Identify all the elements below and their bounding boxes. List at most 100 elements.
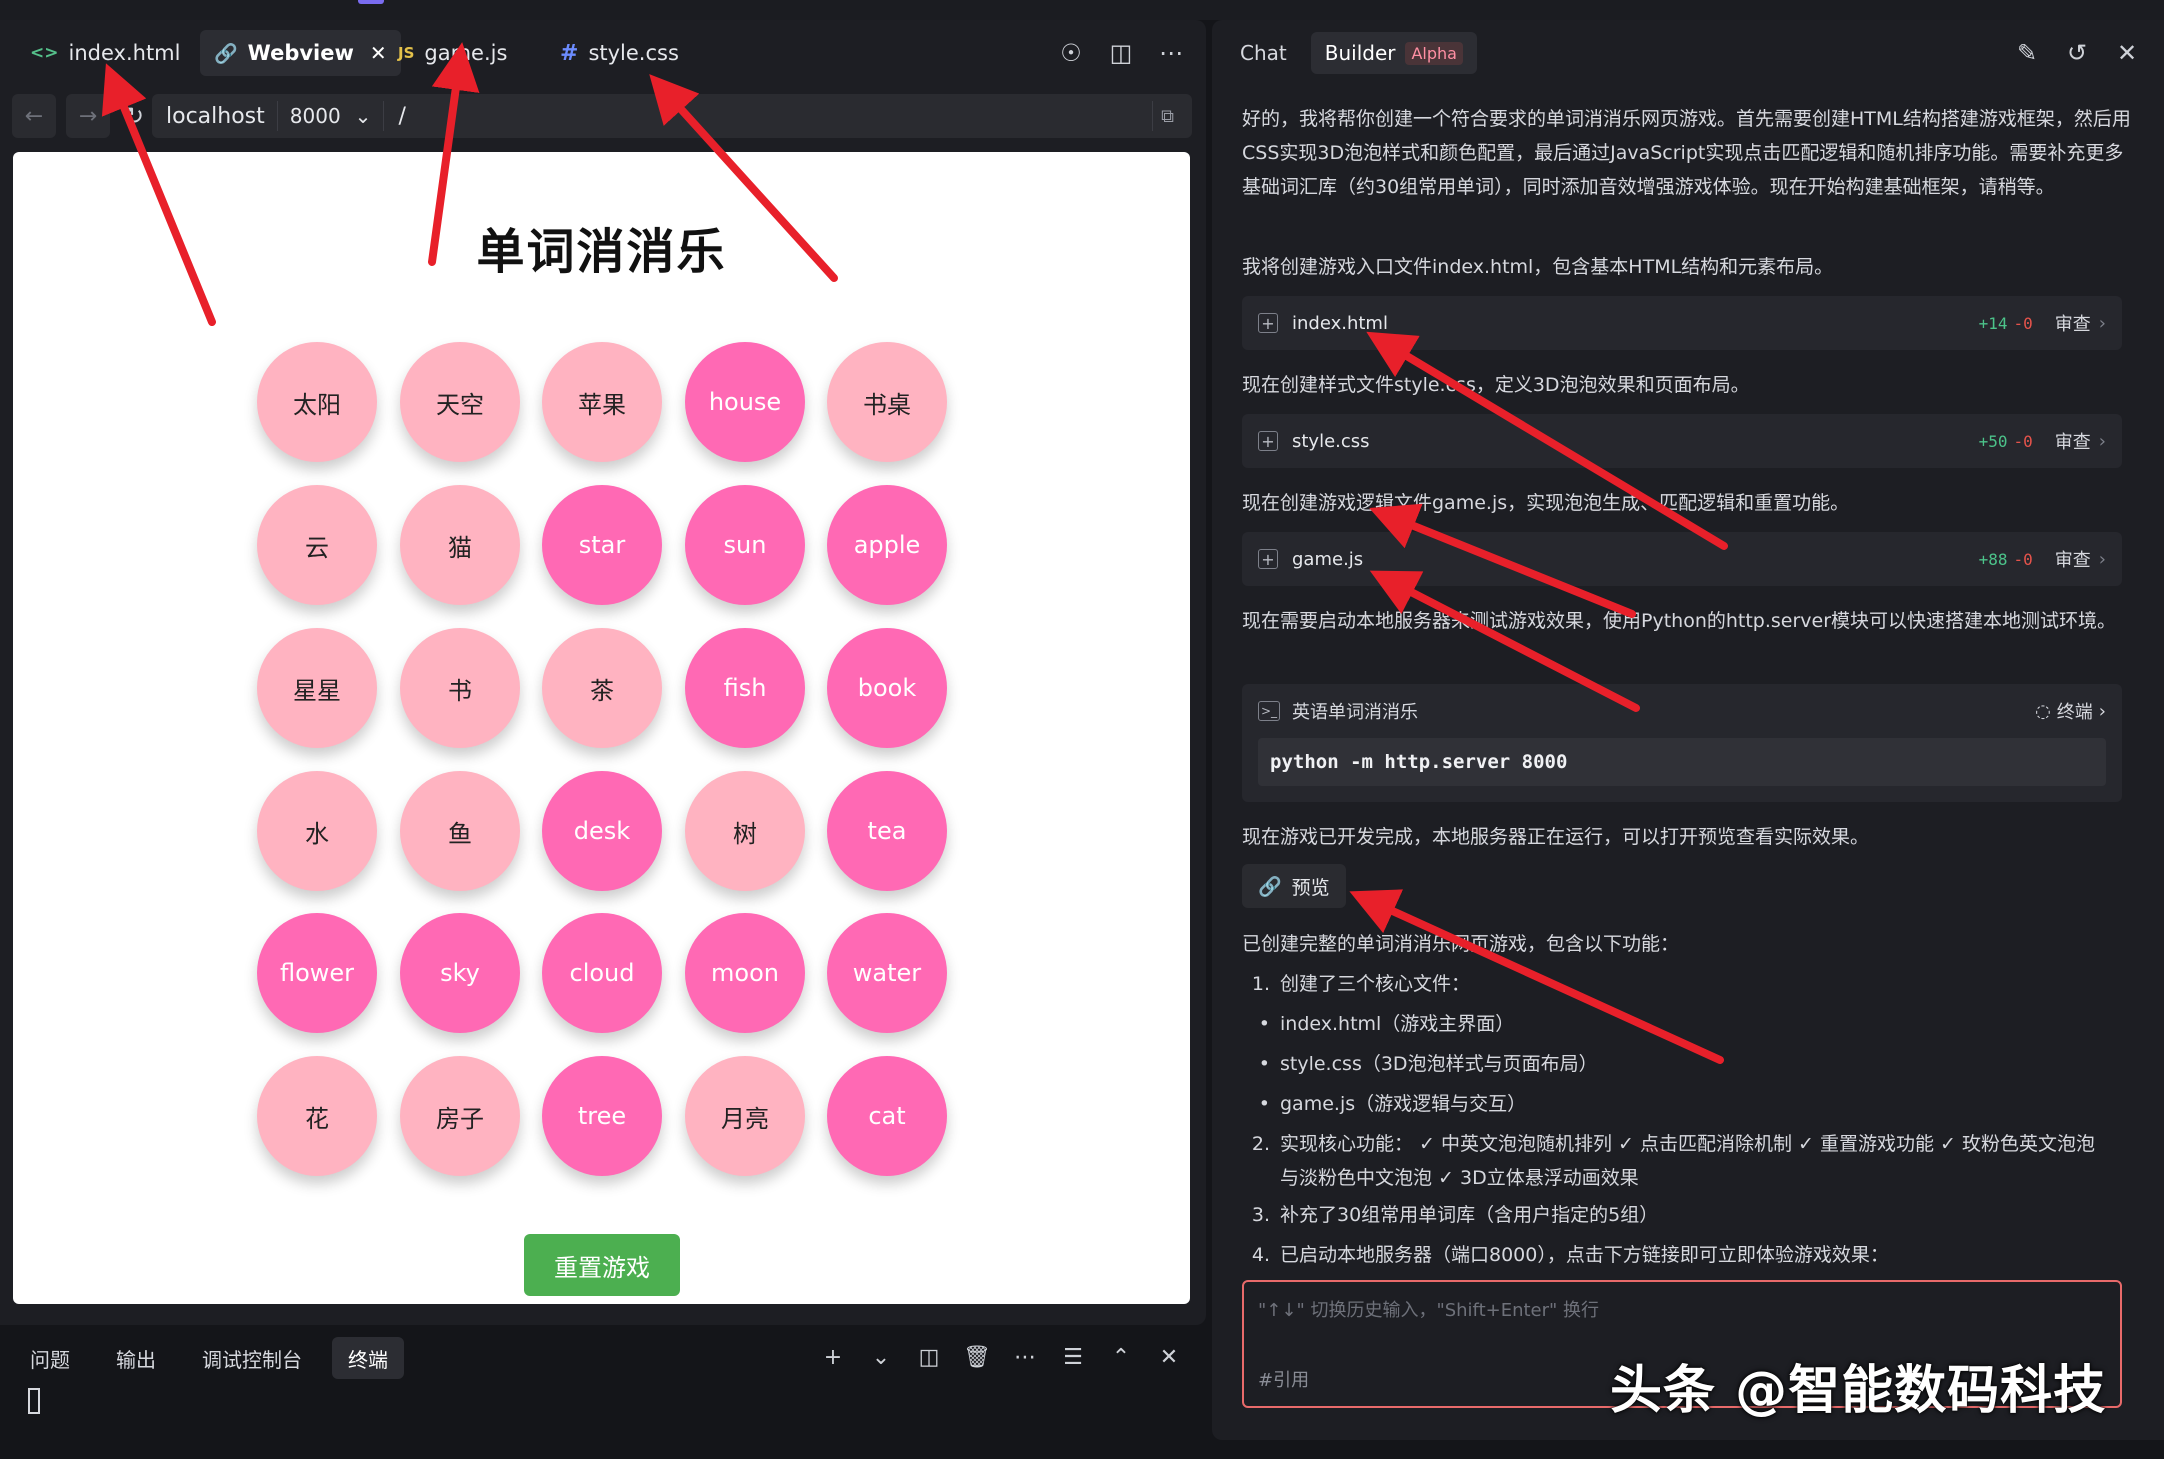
- tab-terminal[interactable]: 终端: [332, 1337, 404, 1379]
- forward-icon[interactable]: →: [66, 94, 110, 138]
- url-field[interactable]: localhost 8000 ⌄ / ⧉: [152, 94, 1192, 138]
- word-bubble[interactable]: moon: [685, 913, 805, 1033]
- quote-reference[interactable]: #引用: [1258, 1366, 1309, 1392]
- more-icon[interactable]: ⋯: [1010, 1342, 1040, 1372]
- new-chat-icon[interactable]: ✎: [2012, 38, 2042, 68]
- file-change-style-css[interactable]: + style.css +50 -0 审查 ›: [1242, 414, 2122, 468]
- list-item: 2. 实现核心功能： ✓ 中英文泡泡随机排列 ✓ 点击匹配消除机制 ✓ 重置游戏功…: [1251, 1133, 2095, 1189]
- word-bubble[interactable]: 水: [257, 771, 377, 891]
- terminal-cursor[interactable]: [28, 1388, 40, 1414]
- list-item: • index.html（游戏主界面）: [1258, 1013, 1515, 1035]
- list-item: 4. 已启动本地服务器（端口8000），点击下方链接即可立即体验游戏效果：: [1251, 1244, 1889, 1266]
- word-bubble[interactable]: sky: [400, 913, 520, 1033]
- word-bubble[interactable]: 书桌: [827, 342, 947, 462]
- word-bubble[interactable]: 房子: [400, 1056, 520, 1176]
- review-link[interactable]: 审查: [2055, 546, 2091, 572]
- word-bubble[interactable]: cat: [827, 1056, 947, 1176]
- compass-icon[interactable]: ☉: [1056, 38, 1086, 68]
- tab-chat[interactable]: Chat: [1226, 32, 1301, 74]
- word-bubble[interactable]: house: [685, 342, 805, 462]
- chevron-down-icon[interactable]: ⌄: [866, 1342, 896, 1372]
- terminal-icon: >_: [1258, 701, 1280, 721]
- tab-webview[interactable]: 🔗 Webview ✕: [200, 30, 401, 76]
- word-bubble[interactable]: 天空: [400, 342, 520, 462]
- word-bubble[interactable]: book: [827, 628, 947, 748]
- webview-canvas: 单词消消乐 太阳 天空 苹果 house 书桌云猫 star sun apple 星星书茶 fis…: [13, 152, 1190, 1304]
- reload-icon[interactable]: ↻: [116, 94, 152, 138]
- tab-output[interactable]: 输出: [100, 1337, 172, 1379]
- address-bar: ← → ↻ localhost 8000 ⌄ / ⧉: [12, 94, 1192, 138]
- word-bubble[interactable]: 茶: [542, 628, 662, 748]
- tab-debug-console[interactable]: 调试控制台: [186, 1337, 318, 1379]
- split-terminal-icon[interactable]: ◫: [914, 1342, 944, 1372]
- word-bubble[interactable]: cloud: [542, 913, 662, 1033]
- word-bubble[interactable]: desk: [542, 771, 662, 891]
- word-bubble[interactable]: 书: [400, 628, 520, 748]
- word-bubble[interactable]: apple: [827, 485, 947, 605]
- add-icon[interactable]: +: [818, 1342, 848, 1372]
- chevron-right-icon: ›: [2098, 700, 2106, 722]
- spinner-icon: ◌: [2035, 700, 2051, 722]
- word-bubble[interactable]: flower: [257, 913, 377, 1033]
- bottom-panel-tabs: 问题 输出 调试控制台 终端 + ⌄ ◫ 🗑 ⋯ ☰ ⌃ ✕: [0, 1330, 1206, 1386]
- terminal-command-block[interactable]: >_ 英语单词消消乐 ◌ 终端 › python -m http.server 80…: [1242, 684, 2122, 802]
- watermark: 头条 @智能数码科技: [1610, 1361, 2107, 1421]
- word-bubble[interactable]: 月亮: [685, 1056, 805, 1176]
- tab-problems[interactable]: 问题: [14, 1337, 86, 1379]
- tab-label: Webview: [247, 41, 354, 65]
- list-item: • game.js（游戏逻辑与交互）: [1258, 1093, 1527, 1115]
- file-change-game-js[interactable]: + game.js +88 -0 审查 ›: [1242, 532, 2122, 586]
- plus-icon: +: [1258, 549, 1278, 569]
- review-link[interactable]: 审查: [2055, 428, 2091, 454]
- close-icon[interactable]: ✕: [1154, 1342, 1184, 1372]
- word-bubble[interactable]: 星星: [257, 628, 377, 748]
- terminal-label[interactable]: 终端: [2057, 698, 2093, 724]
- word-bubble[interactable]: 苹果: [542, 342, 662, 462]
- step-text: 现在创建样式文件style.css，定义3D泡泡效果和页面布局。: [1242, 374, 1750, 396]
- tab-label: index.html: [68, 41, 181, 65]
- word-bubble[interactable]: sun: [685, 485, 805, 605]
- builder-label: Builder: [1324, 41, 1396, 65]
- tab-index-html[interactable]: <> index.html: [16, 30, 194, 76]
- url-path[interactable]: /: [384, 104, 419, 129]
- word-bubble[interactable]: 猫: [400, 485, 520, 605]
- word-bubble[interactable]: 太阳: [257, 342, 377, 462]
- word-bubble[interactable]: tree: [542, 1056, 662, 1176]
- tab-style-css[interactable]: # style.css: [546, 30, 693, 76]
- file-name: game.js: [1292, 548, 1364, 570]
- tab-builder[interactable]: Builder Alpha: [1310, 32, 1477, 74]
- terminal-command: python -m http.server 8000: [1258, 738, 2106, 786]
- trash-icon[interactable]: 🗑: [962, 1342, 992, 1372]
- word-bubble[interactable]: fish: [685, 628, 805, 748]
- word-bubble[interactable]: 云: [257, 485, 377, 605]
- input-placeholder: "↑↓" 切换历史输入，"Shift+Enter" 换行: [1258, 1300, 1600, 1321]
- word-bubble[interactable]: 花: [257, 1056, 377, 1176]
- history-icon[interactable]: ↺: [2062, 38, 2092, 68]
- preview-button[interactable]: 🔗 预览: [1242, 864, 1346, 908]
- preview-label: 预览: [1291, 876, 1330, 899]
- page-title: 单词消消乐: [476, 224, 727, 280]
- summary-heading: 已创建完整的单词消消乐网页游戏，包含以下功能：: [1242, 933, 1680, 955]
- word-bubble[interactable]: star: [542, 485, 662, 605]
- chevron-up-icon[interactable]: ⌃: [1106, 1342, 1136, 1372]
- back-icon[interactable]: ←: [12, 94, 56, 138]
- file-change-index-html[interactable]: + index.html +14 -0 审查 ›: [1242, 296, 2122, 350]
- reset-game-button[interactable]: 重置游戏: [524, 1234, 680, 1296]
- split-view-icon[interactable]: ◫: [1106, 38, 1136, 68]
- more-icon[interactable]: ⋯: [1156, 38, 1186, 68]
- tab-label: style.css: [588, 41, 679, 65]
- settings-sliders-icon[interactable]: ☰: [1058, 1342, 1088, 1372]
- chevron-right-icon: ›: [2098, 430, 2106, 452]
- word-bubble[interactable]: 鱼: [400, 771, 520, 891]
- word-bubble[interactable]: 树: [685, 771, 805, 891]
- review-link[interactable]: 审查: [2055, 310, 2091, 336]
- editor-panel: <> index.html 🔗 Webview ✕ JS game.js # s…: [0, 20, 1206, 1379]
- tab-game-js[interactable]: JS game.js: [384, 30, 521, 76]
- port-select[interactable]: 8000 ⌄: [278, 101, 385, 131]
- open-external-icon[interactable]: ⧉: [1152, 101, 1182, 131]
- list-item: 3. 补充了30组常用单词库（含用户指定的5组）: [1251, 1204, 1659, 1226]
- word-bubble[interactable]: water: [827, 913, 947, 1033]
- word-bubble[interactable]: tea: [827, 771, 947, 891]
- close-icon[interactable]: ✕: [2112, 38, 2142, 68]
- top-strip: [0, 0, 2164, 20]
